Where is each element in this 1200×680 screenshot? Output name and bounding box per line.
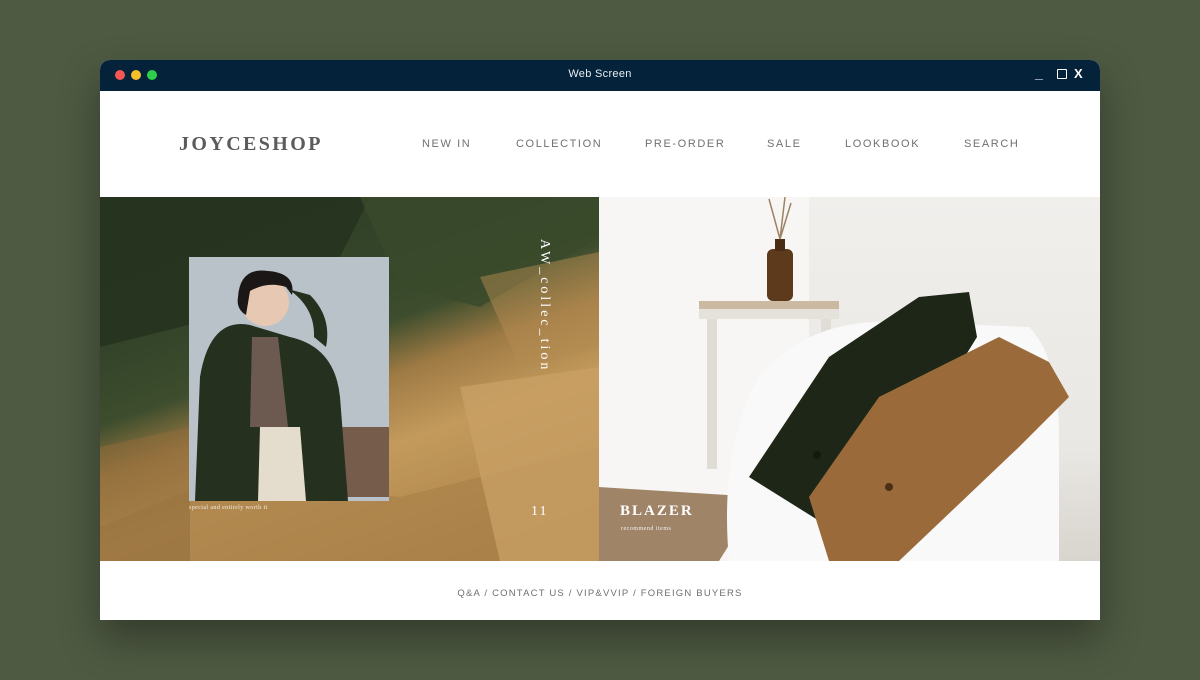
footer-links: Q&A / CONTACT US / VIP&VVIP / FOREIGN BU… (100, 588, 1100, 599)
footer-separator: / (564, 588, 577, 599)
footer-separator: / (629, 588, 641, 599)
footer-link-vip[interactable]: VIP&VVIP (577, 588, 630, 599)
maximize-button[interactable] (1057, 69, 1067, 79)
nav-lookbook[interactable]: LOOKBOOK (845, 138, 920, 150)
nav-search[interactable]: SEARCH (964, 138, 1019, 150)
footer-link-foreign-buyers[interactable]: FOREIGN BUYERS (641, 588, 743, 599)
photo-caption: special and entirely worth it (189, 505, 268, 511)
title-bar: Web Screen _ X (100, 60, 1100, 91)
nav-sale[interactable]: SALE (767, 138, 802, 150)
footer-separator: / (480, 588, 493, 599)
browser-window: Web Screen _ X JOYCESHOP NEW IN COLLECTI… (100, 60, 1100, 620)
footer-link-contact-us[interactable]: CONTACT US (492, 588, 565, 599)
blazer-banner[interactable]: BLAZER recommend items (599, 197, 1100, 561)
blazer-title: BLAZER (620, 503, 694, 519)
blazer-subtitle: recommend items (621, 526, 672, 532)
nav-new-in[interactable]: NEW IN (422, 138, 471, 150)
minimize-button[interactable]: _ (1035, 65, 1043, 81)
site-header: JOYCESHOP NEW IN COLLECTION PRE-ORDER SA… (100, 91, 1100, 197)
window-title: Web Screen (568, 68, 632, 80)
nav-pre-order[interactable]: PRE-ORDER (645, 138, 725, 150)
nav-collection[interactable]: COLLECTION (516, 138, 602, 150)
footer-link-qa[interactable]: Q&A (457, 588, 480, 599)
site-logo[interactable]: JOYCESHOP (179, 133, 323, 156)
collection-banner[interactable]: AW_collec_tion 11 special and entirely w… (100, 197, 599, 561)
site-footer: Q&A / CONTACT US / VIP&VVIP / FOREIGN BU… (100, 561, 1100, 620)
model-photo (189, 257, 389, 501)
hero-banner: AW_collec_tion 11 special and entirely w… (100, 197, 1100, 561)
collection-vertical-title: AW_collec_tion (537, 239, 552, 373)
collection-number: 11 (531, 504, 549, 519)
close-button[interactable]: X (1074, 66, 1083, 81)
